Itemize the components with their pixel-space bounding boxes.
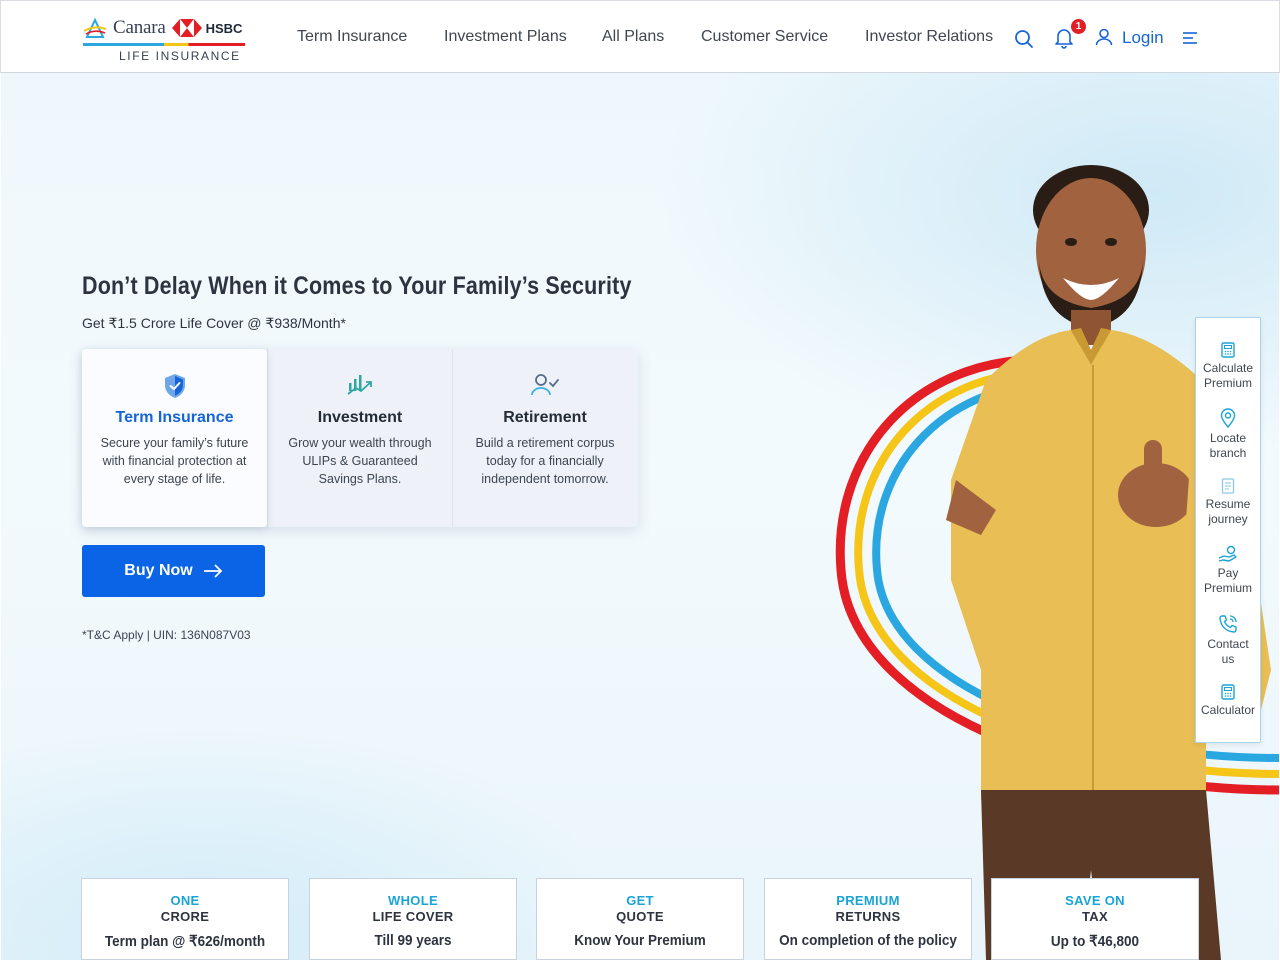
side-pay-premium[interactable]: Pay Premium (1196, 545, 1260, 596)
stat-detail: On completion of the policy (779, 932, 957, 949)
search-icon[interactable] (1014, 29, 1034, 49)
brand-subtitle: LIFE INSURANCE (119, 49, 241, 63)
nav-term-insurance[interactable]: Term Insurance (297, 28, 407, 46)
card-title: Investment (317, 409, 403, 426)
stat-highlight: GET (626, 893, 654, 908)
site-header: Canara HSBC LIFE INSURANCE Term Insuranc… (0, 0, 1280, 73)
card-title: Term Insurance (115, 409, 234, 426)
stat-heading: TAX (1082, 909, 1108, 924)
side-label: journey (1208, 512, 1248, 526)
nav-investment-plans[interactable]: Investment Plans (444, 28, 567, 46)
buy-now-label: Buy Now (124, 562, 193, 579)
calculator-icon (1221, 684, 1235, 700)
card-term-insurance[interactable]: Term Insurance Secure your family’s futu… (82, 349, 267, 527)
side-label: Calculate (1202, 361, 1254, 375)
login-link[interactable]: Login (1122, 28, 1164, 48)
stat-detail: Term plan @ ₹626/month (104, 933, 266, 950)
person-check-icon (531, 374, 559, 396)
stat-highlight: ONE (170, 893, 200, 908)
nav-all-plans[interactable]: All Plans (602, 28, 664, 46)
side-label: us (1221, 652, 1235, 666)
arrow-right-icon (203, 564, 222, 578)
stat-highlight: SAVE ON (1065, 893, 1125, 908)
terms-note: *T&C Apply | UIN: 136N087V03 (82, 628, 251, 642)
hero-headline: Don’t Delay When it Comes to Your Family… (82, 272, 632, 300)
side-calculate-premium[interactable]: Calculate Premium (1196, 342, 1260, 391)
stat-heading: QUOTE (616, 909, 664, 924)
notification-badge: 1 (1071, 19, 1086, 34)
stat-card-save-tax[interactable]: SAVE ON TAX Up to ₹46,800 (991, 878, 1199, 960)
hero-banner: Don’t Delay When it Comes to Your Family… (1, 73, 1279, 960)
stat-card-one-crore[interactable]: ONE CRORE Term plan @ ₹626/month (81, 878, 289, 960)
side-label: Contact (1207, 637, 1249, 651)
side-label: Resume (1205, 497, 1251, 511)
card-description: Grow your wealth through ULIPs & Guarant… (288, 436, 432, 486)
hero-subline: Get ₹1.5 Crore Life Cover @ ₹938/Month* (82, 315, 346, 331)
stat-detail: Till 99 years (374, 932, 452, 949)
side-label: branch (1209, 446, 1247, 460)
calculator-icon (1221, 342, 1235, 358)
card-title: Retirement (503, 409, 587, 426)
side-label: Calculator (1200, 703, 1256, 717)
side-contact-us[interactable]: Contact us (1196, 614, 1260, 667)
user-icon[interactable] (1095, 28, 1113, 46)
canara-hsbc-logo[interactable]: Canara HSBC LIFE INSURANCE (83, 11, 249, 65)
card-description: Build a retirement corpus today for a fi… (475, 436, 615, 486)
brand-name-canara: Canara (113, 17, 166, 38)
side-label: Pay (1217, 566, 1239, 580)
stat-card-get-quote[interactable]: GET QUOTE Know Your Premium (536, 878, 744, 960)
card-description: Secure your family’s future with financi… (100, 436, 249, 486)
nav-customer-service[interactable]: Customer Service (701, 28, 828, 46)
stat-highlight: WHOLE (388, 893, 438, 908)
stat-detail: Know Your Premium (574, 932, 706, 949)
stat-heading: RETURNS (835, 909, 901, 924)
side-calculator[interactable]: Calculator (1196, 684, 1260, 718)
brand-name-hsbc: HSBC (205, 20, 243, 36)
shield-check-icon (164, 374, 185, 398)
stat-highlight: PREMIUM (836, 893, 900, 908)
nav-investor-relations[interactable]: Investor Relations (865, 28, 993, 46)
location-pin-icon (1220, 408, 1236, 428)
buy-now-button[interactable]: Buy Now (82, 545, 265, 597)
side-label: Locate (1209, 431, 1247, 445)
stat-heading: LIFE COVER (372, 909, 454, 924)
stat-heading: CRORE (160, 909, 210, 924)
stat-detail: Up to ₹46,800 (1050, 933, 1140, 950)
bell-icon[interactable] (1054, 27, 1074, 49)
card-retirement[interactable]: Retirement Build a retirement corpus tod… (452, 349, 637, 527)
canara-logo-mark-icon (83, 17, 107, 38)
quick-actions-panel: Calculate Premium Locate branch Resume j… (1195, 317, 1261, 743)
stat-card-premium-returns[interactable]: PREMIUM RETURNS On completion of the pol… (764, 878, 972, 960)
side-locate-branch[interactable]: Locate branch (1196, 408, 1260, 461)
stat-card-whole-life[interactable]: WHOLE LIFE COVER Till 99 years (309, 878, 517, 960)
plan-category-cards: Term Insurance Secure your family’s futu… (82, 349, 638, 527)
hamburger-menu-icon[interactable] (1182, 31, 1198, 45)
phone-icon (1219, 615, 1237, 633)
hand-coin-icon (1218, 545, 1237, 562)
document-icon (1221, 478, 1235, 494)
logo-color-bar (83, 43, 245, 46)
side-resume-journey[interactable]: Resume journey (1196, 478, 1260, 527)
growth-chart-icon (347, 375, 372, 395)
side-label: Premium (1203, 376, 1252, 390)
side-label: Premium (1203, 581, 1252, 595)
hsbc-hexagon-icon (171, 19, 202, 37)
card-investment[interactable]: Investment Grow your wealth through ULIP… (267, 349, 452, 527)
